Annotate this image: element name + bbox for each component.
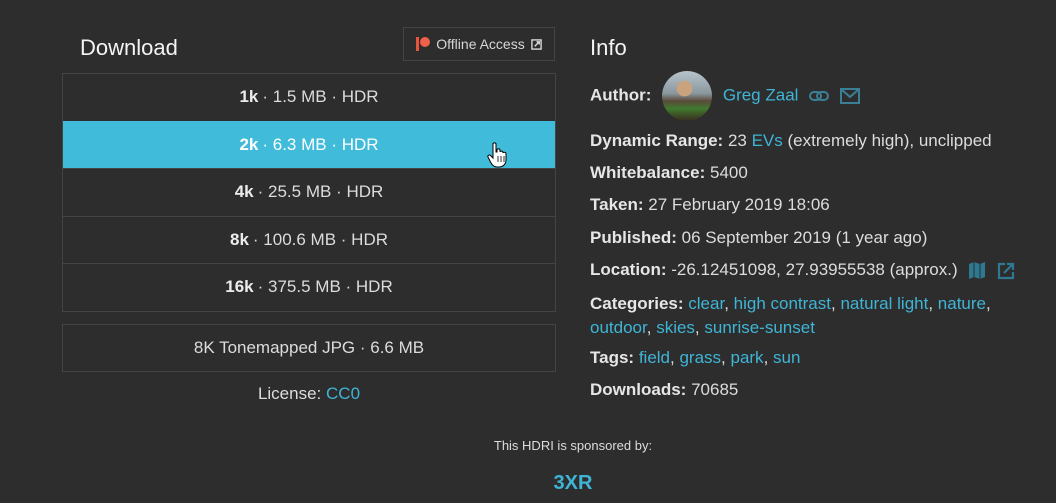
- hand-cursor-icon: [487, 142, 507, 168]
- published-value: 06 September 2019 (1 year ago): [681, 228, 928, 247]
- category-link[interactable]: high contrast: [734, 294, 831, 313]
- category-link[interactable]: clear: [688, 294, 724, 313]
- evs-link[interactable]: EVs: [752, 131, 783, 150]
- license-link[interactable]: CC0: [326, 384, 360, 403]
- resolution-option-16k[interactable]: 16k · 375.5 MB · HDR: [63, 263, 555, 311]
- resolution-detail: · 1.5 MB · HDR: [262, 87, 379, 107]
- dynamic-range-value: 23: [727, 131, 747, 150]
- resolution-label: 1k: [239, 87, 259, 107]
- map-icon[interactable]: [968, 262, 986, 280]
- resolution-label: 16k: [225, 277, 254, 297]
- location-label: Location:: [590, 260, 667, 279]
- patreon-icon: [416, 37, 431, 51]
- dynamic-range-row: Dynamic Range: 23 EVs (extremely high), …: [590, 131, 992, 151]
- location-value: -26.12451098, 27.93955538 (approx.): [671, 260, 958, 279]
- info-title: Info: [590, 35, 627, 60]
- tags-row: Tags: field, grass, park, sun: [590, 348, 801, 367]
- categories-row: Categories: clear, high contrast, natura…: [590, 294, 991, 337]
- tag-link[interactable]: sun: [773, 348, 800, 367]
- link-icon[interactable]: [809, 90, 830, 102]
- dynamic-range-label: Dynamic Range:: [590, 131, 724, 150]
- license-label: License:: [257, 384, 322, 403]
- author-row: Author: Greg Zaal: [590, 71, 860, 121]
- resolution-option-4k[interactable]: 4k · 25.5 MB · HDR: [63, 168, 555, 216]
- tag-link[interactable]: grass: [679, 348, 721, 367]
- resolution-label: 8k: [229, 229, 249, 249]
- taken-label: Taken:: [590, 195, 644, 214]
- resolution-label: 4k: [234, 182, 254, 202]
- resolution-detail: · 100.6 MB · HDR: [252, 229, 388, 249]
- tag-link[interactable]: park: [730, 348, 763, 367]
- category-link[interactable]: skies: [656, 318, 695, 337]
- email-icon[interactable]: [839, 88, 860, 104]
- offline-access-label: Offline Access: [436, 36, 525, 52]
- resolution-detail: · 6.3 MB · HDR: [262, 134, 379, 154]
- download-title: Download: [80, 35, 178, 60]
- resolution-detail: · 25.5 MB · HDR: [257, 182, 384, 202]
- category-link[interactable]: natural light: [840, 294, 928, 313]
- dynamic-range-note: (extremely high), unclipped: [787, 131, 992, 150]
- resolution-detail: · 375.5 MB · HDR: [257, 277, 393, 297]
- category-link[interactable]: outdoor: [590, 318, 647, 337]
- published-row: Published: 06 September 2019 (1 year ago…: [590, 228, 927, 248]
- tonemapped-jpg-button[interactable]: 8K Tonemapped JPG · 6.6 MB: [62, 324, 556, 372]
- resolution-label: 2k: [239, 134, 259, 154]
- taken-row: Taken: 27 February 2019 18:06: [590, 195, 830, 215]
- whitebalance-value: 5400: [709, 163, 748, 182]
- tag-link[interactable]: field: [639, 348, 670, 367]
- downloads-value: 70685: [691, 380, 739, 399]
- whitebalance-label: Whitebalance:: [590, 163, 706, 182]
- categories-label: Categories:: [590, 294, 684, 313]
- sponsor-logo-link[interactable]: 3XR: [0, 472, 1056, 495]
- tags-label: Tags:: [590, 348, 635, 367]
- whitebalance-row: Whitebalance: 5400: [590, 163, 748, 183]
- category-link[interactable]: sunrise-sunset: [704, 318, 815, 337]
- license-line: License: CC0: [62, 384, 556, 404]
- offline-access-button[interactable]: Offline Access: [403, 27, 555, 61]
- resolution-list: 1k · 1.5 MB · HDR 2k · 6.3 MB · HDR 4k · 25…: [62, 73, 556, 312]
- resolution-option-8k[interactable]: 8k · 100.6 MB · HDR: [63, 215, 555, 264]
- category-link[interactable]: nature: [938, 294, 986, 313]
- resolution-option-1k[interactable]: 1k · 1.5 MB · HDR: [63, 74, 555, 121]
- author-label: Author:: [590, 85, 652, 105]
- published-label: Published:: [590, 228, 677, 247]
- resolution-option-2k[interactable]: 2k · 6.3 MB · HDR: [63, 120, 555, 168]
- external-link-icon: [530, 38, 542, 50]
- open-external-icon[interactable]: [997, 262, 1015, 280]
- author-avatar[interactable]: [662, 71, 713, 121]
- location-row: Location: -26.12451098, 27.93955538 (app…: [590, 260, 1015, 280]
- downloads-label: Downloads:: [590, 380, 687, 399]
- taken-value: 27 February 2019 18:06: [648, 195, 830, 214]
- downloads-row: Downloads: 70685: [590, 380, 738, 400]
- sponsor-text: This HDRI is sponsored by:: [493, 438, 653, 453]
- author-name-link[interactable]: Greg Zaal: [723, 85, 799, 104]
